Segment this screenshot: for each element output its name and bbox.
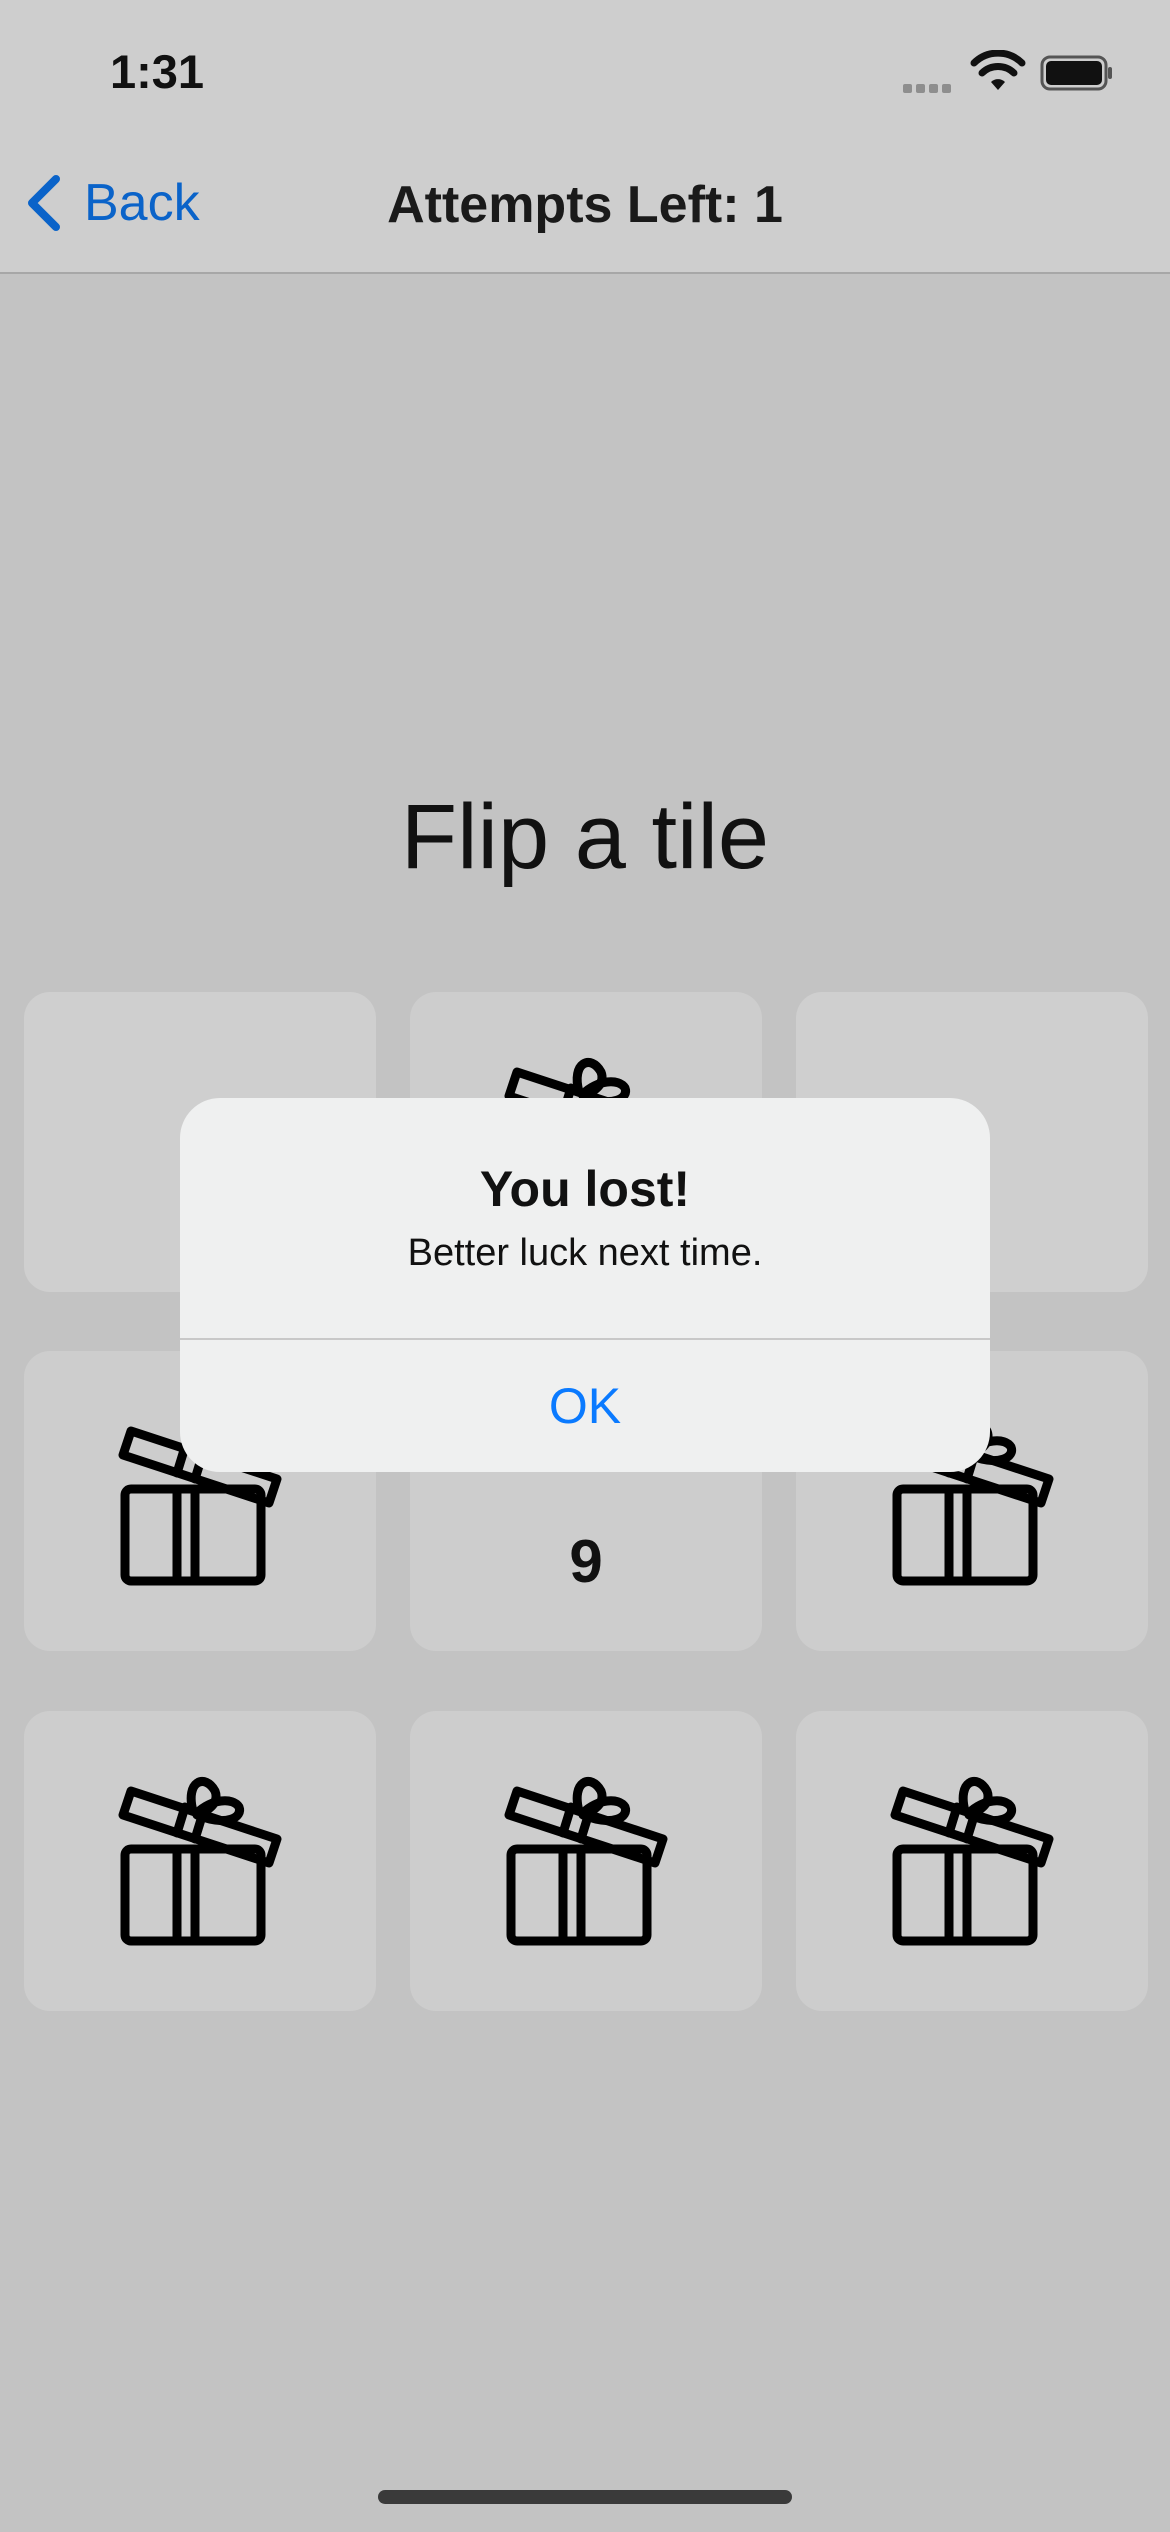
attempts-left-title: Attempts Left: 1: [387, 176, 783, 234]
home-indicator[interactable]: [378, 2490, 792, 2504]
wifi-icon: [970, 50, 1026, 90]
gift-icon: [504, 1777, 668, 1946]
tile[interactable]: [410, 1711, 762, 2011]
gift-icon: [890, 1777, 1054, 1946]
navigation-bar: 1:31 Back Attempts Left: 1: [0, 0, 1170, 274]
page-heading: Flip a tile: [400, 786, 770, 888]
ok-button[interactable]: OK: [180, 1340, 990, 1472]
battery-icon: [1040, 55, 1112, 91]
alert-dialog: You lost! Better luck next time. OK: [180, 1098, 990, 1472]
alert-message: Better luck next time.: [407, 1232, 763, 1274]
status-time: 1:31: [110, 45, 205, 98]
tile[interactable]: [24, 1711, 376, 2011]
game-screen: 1:31 Back Attempts Left: 1 Flip a tile 9…: [0, 0, 1170, 2532]
tile[interactable]: [796, 1711, 1148, 2011]
gift-icon: [118, 1777, 282, 1946]
cellular-signal-icon: [903, 80, 955, 98]
tile-number: 9: [569, 1527, 603, 1595]
alert-title: You lost!: [479, 1161, 691, 1217]
